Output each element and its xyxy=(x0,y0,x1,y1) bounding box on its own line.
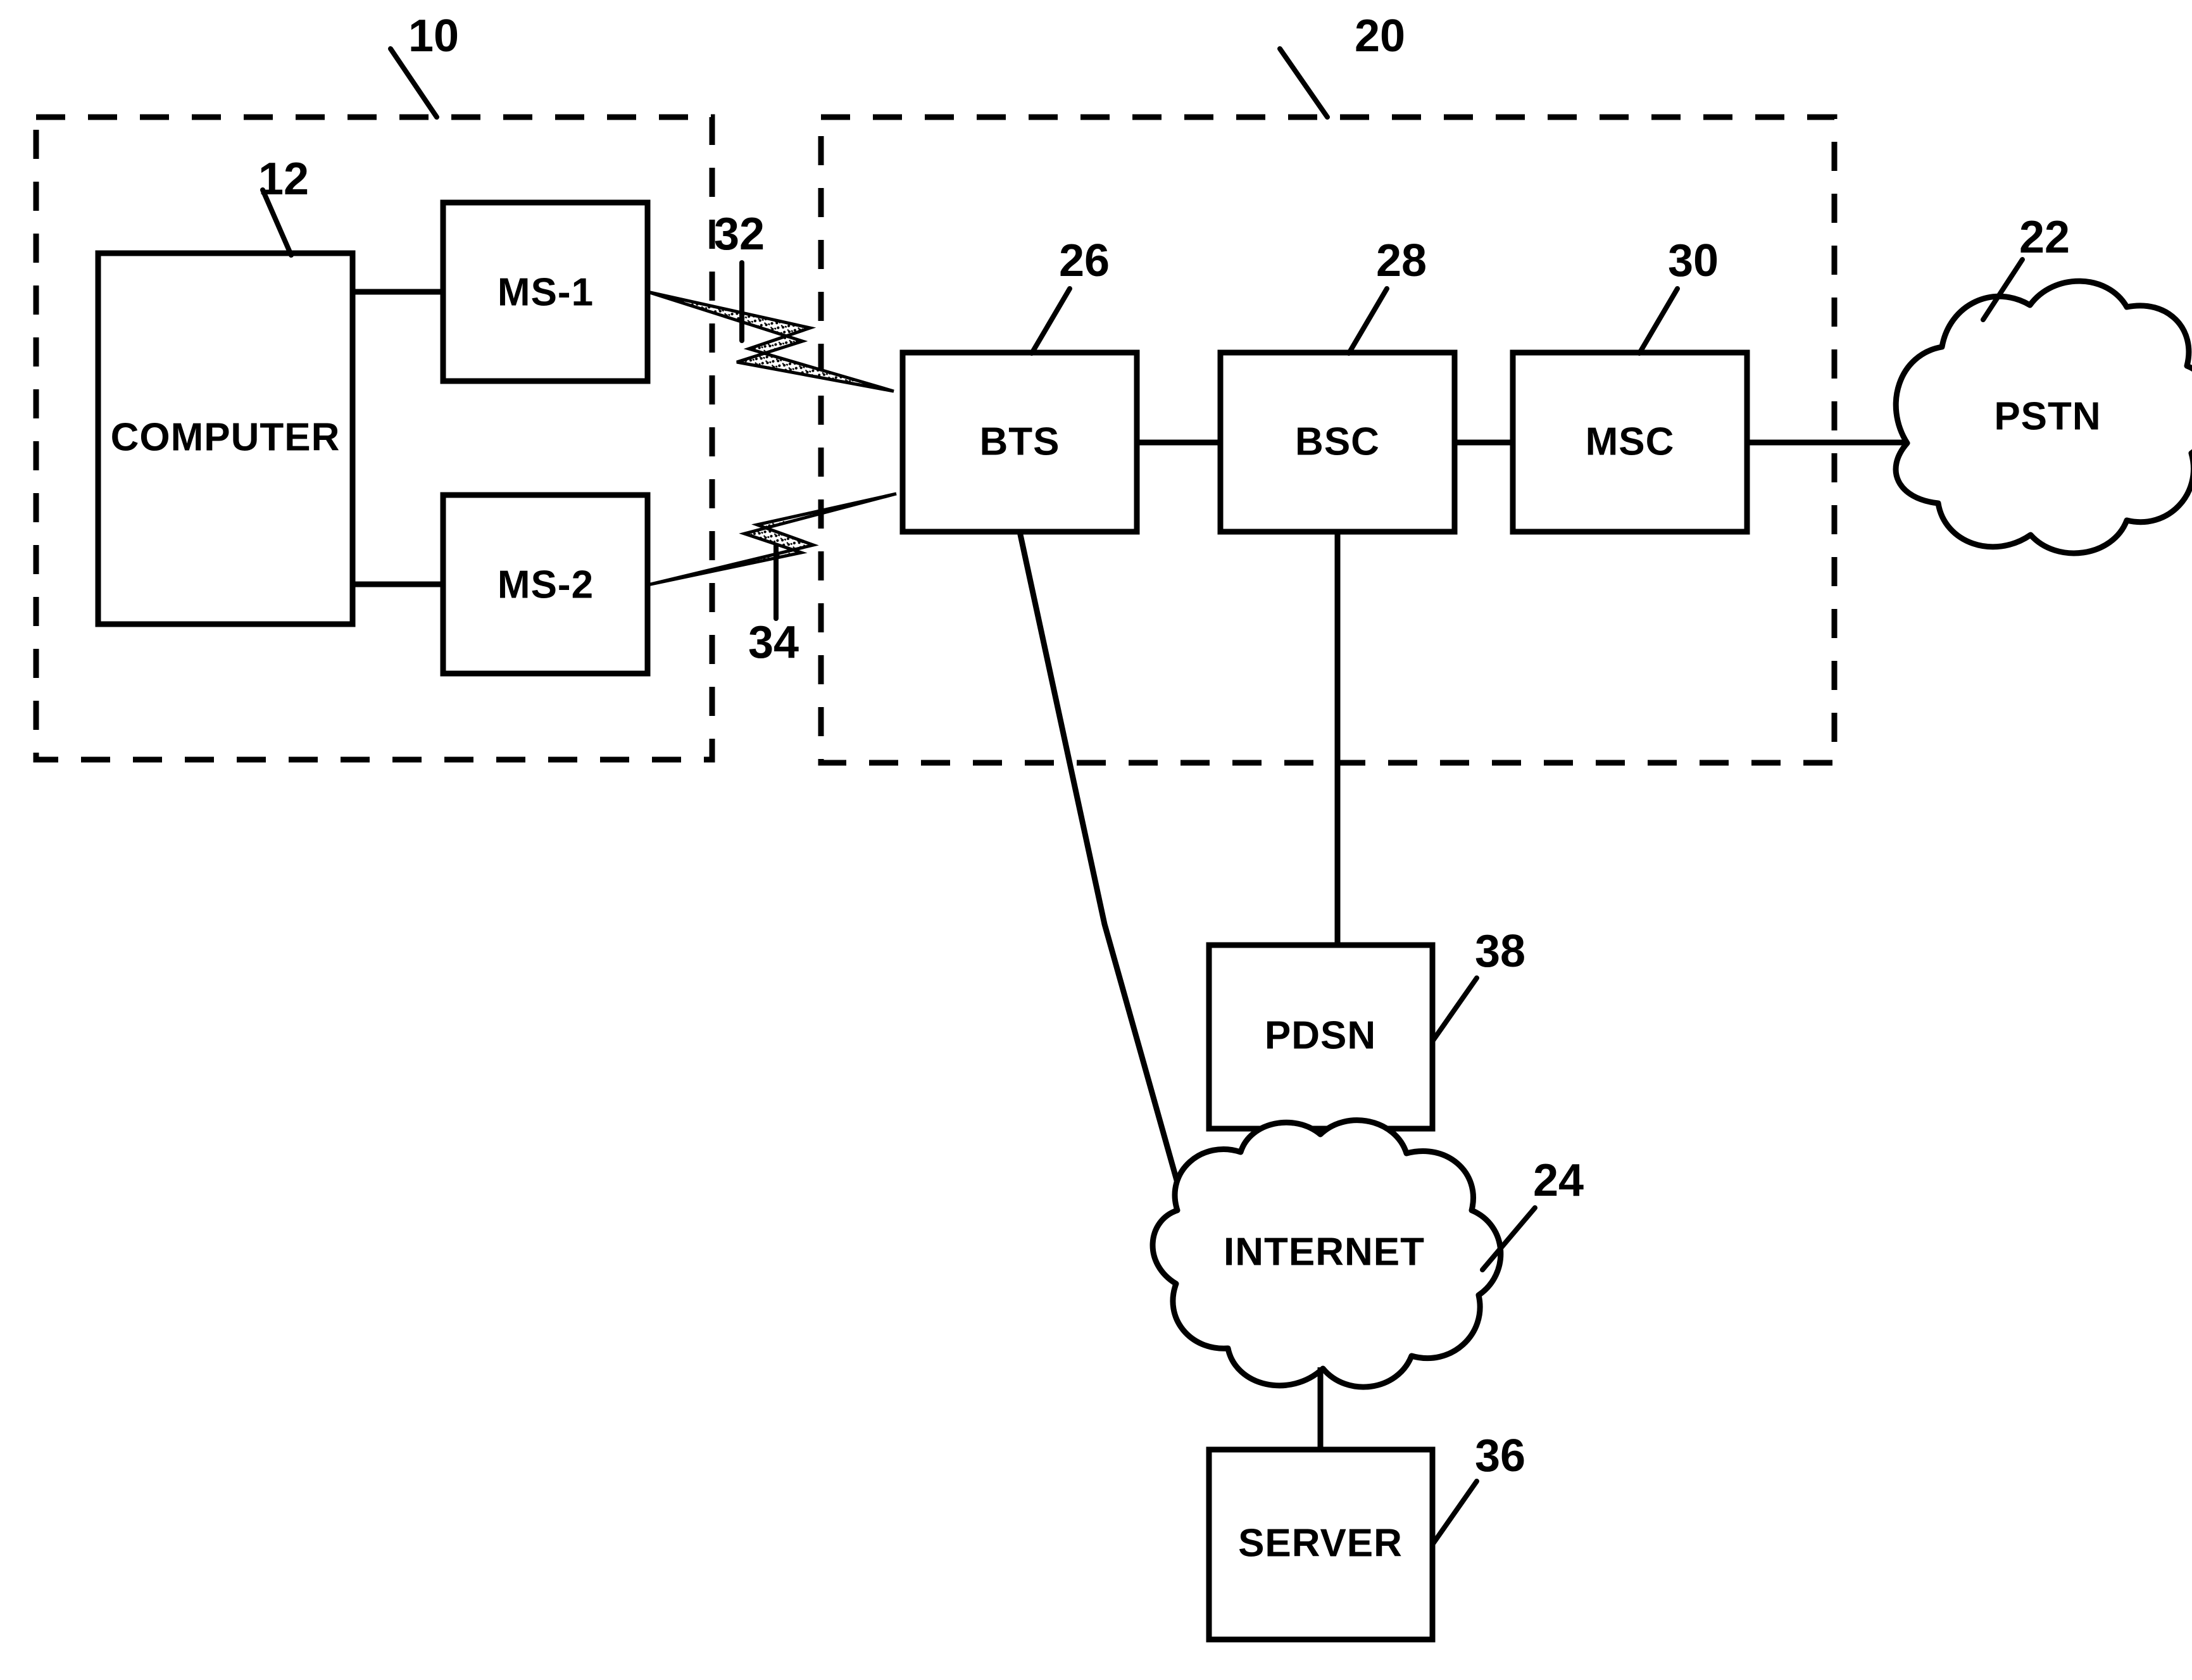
ref-num-26: 26 xyxy=(1059,235,1110,286)
wireless-link-34-icon xyxy=(647,492,897,587)
ref-num-10: 10 xyxy=(408,11,459,61)
bts-ref-leader xyxy=(1029,286,1072,356)
cloud-internet-label: INTERNET xyxy=(1224,1230,1425,1274)
ref-num-24: 24 xyxy=(1533,1155,1584,1206)
ref-num-32: 32 xyxy=(714,209,765,260)
box-ms2: MS-2 xyxy=(440,492,651,677)
box-computer: COMPUTER xyxy=(95,250,356,627)
box-msc-label: MSC xyxy=(1586,420,1675,463)
pdsn-ref-leader xyxy=(1430,975,1479,1044)
box-pdsn: PDSN xyxy=(1206,942,1436,1132)
box-ms1: MS-1 xyxy=(440,199,651,384)
box-server-label: SERVER xyxy=(1238,1521,1403,1565)
server-ref-leader xyxy=(1430,1479,1479,1547)
box-pdsn-label: PDSN xyxy=(1265,1013,1376,1057)
ref-num-20: 20 xyxy=(1355,11,1405,61)
box-ms1-label: MS-1 xyxy=(498,270,594,314)
box-bts: BTS xyxy=(899,349,1140,535)
ref-num-12: 12 xyxy=(258,154,309,204)
bsc-ref-leader xyxy=(1346,286,1389,356)
box-bsc: BSC xyxy=(1217,349,1458,535)
ref-num-30: 30 xyxy=(1668,235,1719,286)
box-msc: MSC xyxy=(1510,349,1750,535)
patent-figure: 10 20 COMPUTER 12 MS-1 MS-2 32 34 BTS 26… xyxy=(0,0,2192,1680)
cloud-internet: INTERNET xyxy=(1149,1117,1504,1390)
box-bsc-label: BSC xyxy=(1295,420,1380,463)
msc-ref-leader xyxy=(1637,286,1680,356)
box-computer-label: COMPUTER xyxy=(111,415,341,459)
ref-num-28: 28 xyxy=(1376,235,1427,286)
ref-num-34: 34 xyxy=(748,617,799,668)
box-ms2-label: MS-2 xyxy=(498,563,594,606)
ref-num-38: 38 xyxy=(1475,926,1525,977)
ref-num-36: 36 xyxy=(1475,1431,1525,1481)
region-network-ref-leader xyxy=(1277,46,1330,120)
box-bts-label: BTS xyxy=(980,420,1060,463)
box-server: SERVER xyxy=(1206,1446,1436,1643)
wire-bts-internet xyxy=(1017,531,1186,1204)
wireless-link-32-icon xyxy=(647,290,894,393)
cloud-pstn: PSTN xyxy=(1893,278,2192,556)
ref-num-22: 22 xyxy=(2019,212,2070,263)
cloud-pstn-label: PSTN xyxy=(1994,394,2101,438)
